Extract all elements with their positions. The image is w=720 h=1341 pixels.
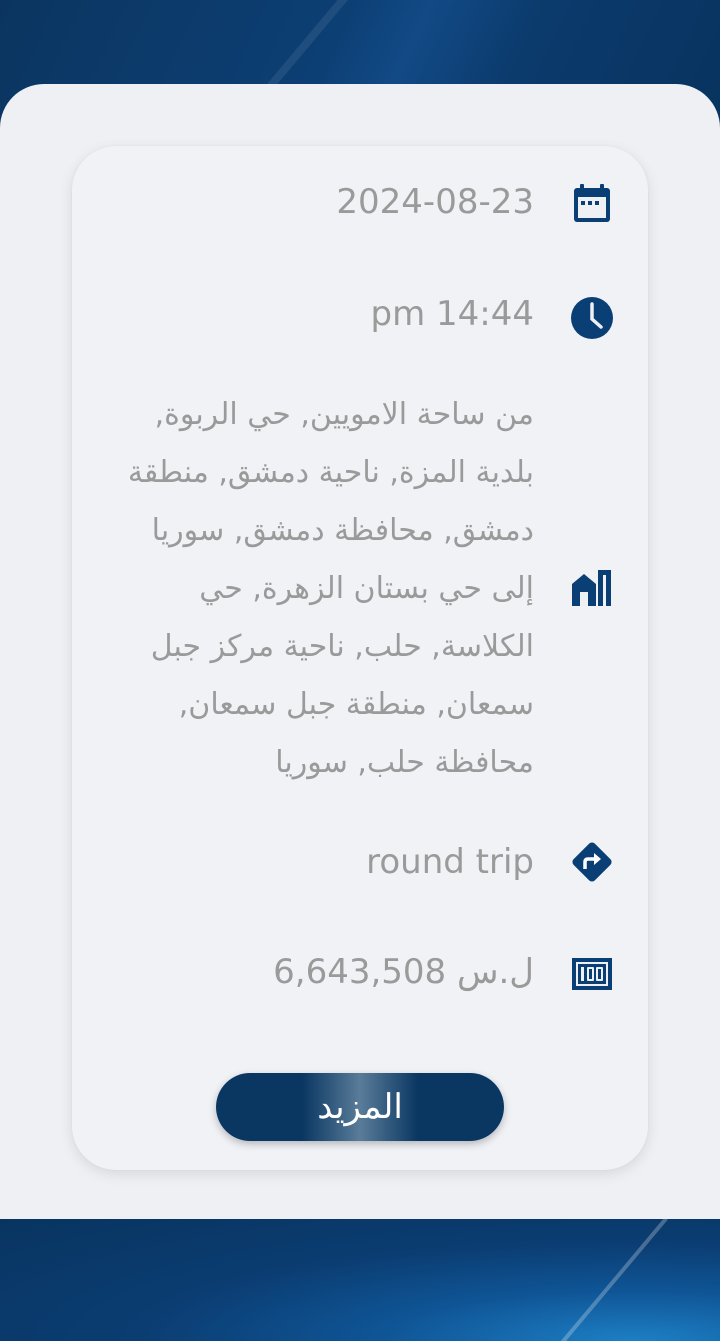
trip-route: من ساحة الامويين, حي الربوة, بلدية المزة… (127, 397, 534, 780)
trip-price-row: 6,643,508 ل.س (72, 946, 648, 1006)
trip-price: 6,643,508 ل.س (273, 952, 534, 992)
calendar-icon (570, 182, 614, 226)
footer-banner (0, 1215, 720, 1341)
trip-date: 2024-08-23 (336, 182, 534, 222)
trip-time-row: pm 14:44 (72, 286, 648, 346)
clock-icon (570, 296, 614, 340)
banknote-icon (570, 952, 614, 996)
trip-date-row: 2024-08-23 (72, 176, 648, 236)
trip-card: 2024-08-23 pm 14:44 من ساحة الامويين, حي… (72, 146, 648, 1170)
trip-type: round trip (366, 842, 534, 882)
trip-time: pm 14:44 (370, 294, 535, 334)
more-button[interactable]: المزيد (216, 1073, 504, 1141)
trip-route-row: من ساحة الامويين, حي الربوة, بلدية المزة… (72, 386, 648, 786)
buildings-icon (570, 566, 614, 610)
trip-type-row: round trip (72, 836, 648, 896)
directions-icon (570, 840, 614, 884)
